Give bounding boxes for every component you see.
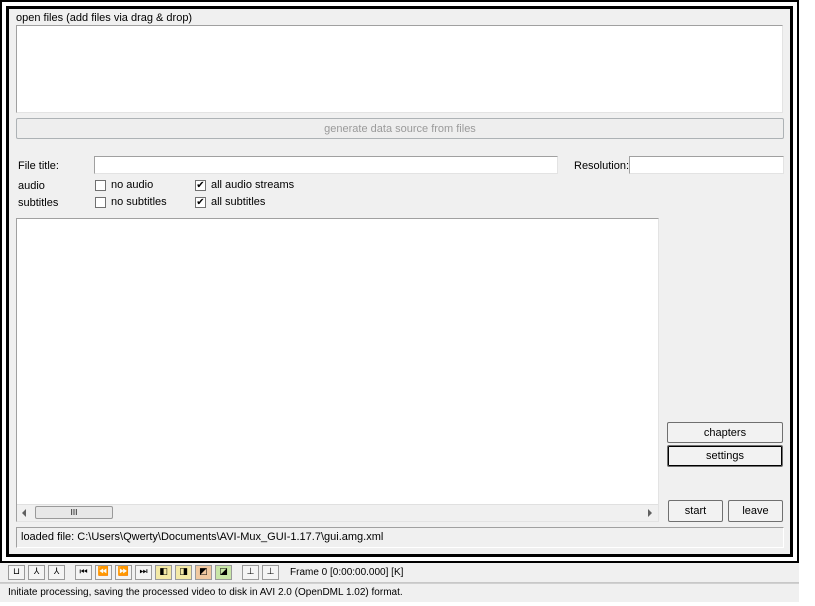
no-audio-checkbox[interactable] (95, 180, 106, 191)
start-button[interactable]: start (668, 500, 723, 522)
go-start-icon[interactable]: ⏮ (75, 565, 92, 580)
resolution-input[interactable] (629, 156, 784, 174)
open-files-list[interactable] (16, 25, 783, 113)
scroll-left-icon[interactable] (22, 509, 26, 517)
keyframe-back-icon[interactable]: ◧ (155, 565, 172, 580)
status-bar: Initiate processing, saving the processe… (0, 583, 799, 602)
keyframe-forward-icon[interactable]: ◨ (175, 565, 192, 580)
frame-readout: Frame 0 [0:00:00.000] [K] (290, 567, 404, 578)
status-text: Initiate processing, saving the processe… (8, 587, 403, 598)
loaded-file-panel: loaded file: C:\Users\Qwerty\Documents\A… (16, 527, 784, 548)
all-subtitles-checkbox[interactable]: ✔ (195, 197, 206, 208)
subtitles-label: subtitles (18, 197, 59, 209)
check-mark-icon: ✔ (196, 197, 205, 208)
settings-button[interactable]: settings (667, 445, 783, 467)
scroll-grip-label: III (70, 508, 78, 517)
open-files-label: open files (add files via drag & drop) (16, 12, 193, 24)
set-end-icon[interactable]: ⊥ (262, 565, 279, 580)
file-title-input[interactable] (94, 156, 558, 174)
leave-button[interactable]: leave (728, 500, 783, 522)
stop-icon[interactable]: ⊔ (8, 565, 25, 580)
no-subtitles-label: no subtitles (111, 196, 167, 208)
loaded-file-text: loaded file: C:\Users\Qwerty\Documents\A… (21, 531, 384, 543)
all-subtitles-label: all subtitles (211, 196, 266, 208)
generate-data-source-button[interactable]: generate data source from files (16, 118, 784, 139)
player-toolbar: ⊔ ⅄ ⅄ ⏮ ⏪ ⏩ ⏭ ◧ ◨ ◩ ◪ ⊥ ⊥ Frame 0 [0:00:… (0, 563, 799, 583)
mark-in-icon[interactable]: ⅄ (28, 565, 45, 580)
scene-forward-icon[interactable]: ◪ (215, 565, 232, 580)
resolution-label: Resolution: (574, 160, 630, 172)
all-audio-streams-label: all audio streams (211, 179, 295, 191)
scroll-thumb[interactable]: III (35, 506, 113, 519)
stream-list[interactable]: III (16, 218, 659, 522)
avimux-dialog: open files (add files via drag & drop) g… (6, 6, 793, 557)
mark-out-icon[interactable]: ⅄ (48, 565, 65, 580)
all-audio-streams-checkbox[interactable]: ✔ (195, 180, 206, 191)
file-title-label: File title: (18, 160, 59, 172)
chapters-button[interactable]: chapters (667, 422, 783, 443)
scroll-right-icon[interactable] (648, 509, 652, 517)
step-back-icon[interactable]: ⏪ (95, 565, 112, 580)
no-subtitles-checkbox[interactable] (95, 197, 106, 208)
no-audio-label: no audio (111, 179, 154, 191)
scene-back-icon[interactable]: ◩ (195, 565, 212, 580)
audio-label: audio (18, 180, 45, 192)
step-forward-icon[interactable]: ⏩ (115, 565, 132, 580)
check-mark-icon: ✔ (196, 180, 205, 191)
set-start-icon[interactable]: ⊥ (242, 565, 259, 580)
avimux-dialog-frame: open files (add files via drag & drop) g… (0, 0, 799, 563)
go-end-icon[interactable]: ⏭ (135, 565, 152, 580)
window-right-edge (799, 0, 815, 606)
stream-list-hscrollbar[interactable]: III (17, 504, 658, 521)
